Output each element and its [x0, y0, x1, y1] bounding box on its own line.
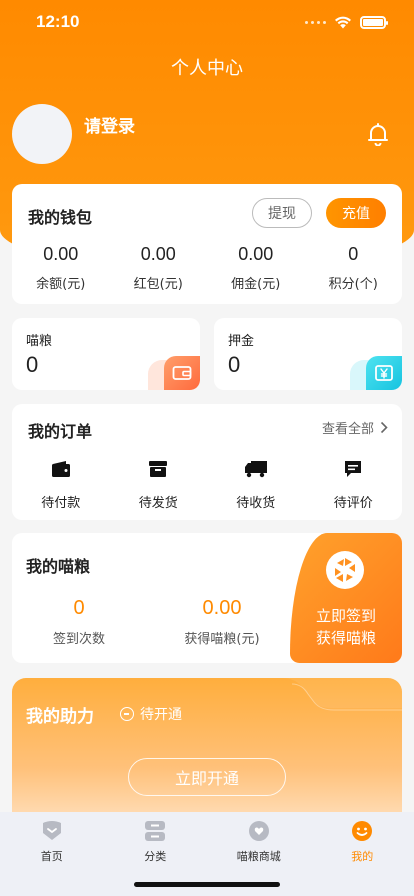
checkin-count-stat: 0 签到次数 — [38, 597, 120, 647]
category-icon — [104, 820, 208, 842]
wallet-icon — [12, 458, 110, 480]
order-pending-receipt-label: 待收货 — [236, 496, 276, 511]
commission-value: 0.00 — [238, 244, 274, 264]
earned-grain-value: 0.00 — [202, 597, 242, 619]
withdraw-button[interactable]: 提现 — [252, 198, 312, 228]
tab-profile-label: 我的 — [351, 850, 374, 863]
order-pending-shipment-label: 待发货 — [138, 496, 178, 511]
checkin-count-value: 0 — [73, 597, 85, 619]
wifi-icon — [335, 16, 351, 29]
order-pending-payment[interactable]: 待付款 — [12, 458, 110, 511]
status-icons — [305, 15, 388, 29]
my-grain-title: 我的喵粮 — [26, 557, 91, 576]
redpacket-label: 红包(元) — [133, 277, 183, 292]
order-status-row: 待付款 待发货 待收货 待评价 — [12, 458, 402, 511]
tab-home-label: 首页 — [40, 850, 63, 863]
deposit-label: 押金 — [228, 334, 255, 349]
deposit-card[interactable]: 押金 0 — [214, 318, 402, 390]
checkin-count-label: 签到次数 — [52, 632, 105, 647]
comment-icon — [305, 458, 403, 480]
aperture-icon — [326, 551, 364, 589]
truck-icon — [207, 458, 305, 480]
wallet-stat-redpacket[interactable]: 0.00 红包(元) — [110, 244, 208, 292]
status-bar: 12:10 — [0, 0, 414, 44]
wallet-title: 我的钱包 — [28, 208, 93, 227]
wallet-stats: 0.00 余额(元) 0.00 红包(元) 0.00 佣金(元) 0 积分(个) — [12, 244, 402, 292]
earned-grain-stat: 0.00 获得喵粮(元) — [172, 597, 272, 647]
deposit-value: 0 — [228, 352, 241, 377]
order-pending-shipment[interactable]: 待发货 — [110, 458, 208, 511]
points-label: 积分(个) — [328, 277, 378, 292]
mall-icon — [207, 820, 311, 842]
wallet-card: 我的钱包 提现 充值 0.00 余额(元) 0.00 红包(元) 0.00 佣金… — [12, 184, 402, 304]
redpacket-value: 0.00 — [140, 244, 176, 264]
recharge-button[interactable]: 充值 — [326, 198, 386, 228]
wallet-stat-points[interactable]: 0 积分(个) — [305, 244, 403, 292]
minus-circle-icon — [120, 707, 134, 721]
home-icon — [0, 820, 104, 842]
my-grain-card: 我的喵粮 0 签到次数 0.00 获得喵粮(元) 立即签到 获得喵粮 — [12, 533, 402, 663]
order-pending-review-label: 待评价 — [333, 496, 373, 511]
tab-profile[interactable]: 我的 — [311, 812, 414, 896]
orders-card: 我的订单 查看全部 待付款 待发货 待收货 待评价 — [12, 404, 402, 520]
balance-label: 余额(元) — [36, 277, 86, 292]
commission-label: 佣金(元) — [231, 277, 281, 292]
wallet-stat-commission[interactable]: 0.00 佣金(元) — [207, 244, 305, 292]
battery-icon — [360, 15, 388, 29]
status-time: 12:10 — [36, 12, 80, 31]
notification-button[interactable] — [364, 120, 392, 148]
profile-icon — [311, 820, 414, 842]
yuan-ticket-icon — [366, 356, 402, 390]
checkin-cta-text: 立即签到 获得喵粮 — [290, 605, 402, 649]
grain-balance-card[interactable]: 喵粮 0 — [12, 318, 200, 390]
view-all-label: 查看全部 — [321, 422, 374, 437]
orders-title: 我的订单 — [28, 422, 93, 441]
assist-title: 我的助力 — [26, 707, 94, 727]
points-value: 0 — [348, 244, 359, 264]
tab-mall-label: 喵粮商城 — [236, 850, 281, 863]
order-pending-review[interactable]: 待评价 — [305, 458, 403, 511]
wallet-stat-balance[interactable]: 0.00 余额(元) — [12, 244, 110, 292]
checkin-cta-line1: 立即签到 — [315, 607, 376, 625]
assist-status: 待开通 — [120, 704, 182, 724]
earned-grain-label: 获得喵粮(元) — [184, 632, 260, 647]
checkin-button[interactable]: 立即签到 获得喵粮 — [290, 533, 402, 663]
login-link[interactable]: 请登录 — [84, 112, 135, 137]
avatar[interactable] — [12, 104, 72, 164]
page-title: 个人中心 — [171, 58, 243, 79]
bell-icon — [368, 123, 388, 146]
order-pending-payment-label: 待付款 — [41, 496, 81, 511]
home-indicator — [134, 882, 280, 887]
order-pending-receipt[interactable]: 待收货 — [207, 458, 305, 511]
activate-button[interactable]: 立即开通 — [128, 758, 286, 796]
checkin-cta-line2: 获得喵粮 — [315, 629, 376, 647]
assist-status-label: 待开通 — [140, 707, 182, 723]
chevron-right-icon — [380, 421, 388, 434]
package-icon — [110, 458, 208, 480]
tab-home[interactable]: 首页 — [0, 812, 104, 896]
grain-balance-value: 0 — [26, 352, 39, 377]
view-all-orders-link[interactable]: 查看全部 — [322, 418, 388, 437]
assist-card: 我的助力 待开通 立即开通 — [12, 678, 402, 828]
signal-icon — [305, 20, 326, 24]
tab-category-label: 分类 — [144, 850, 167, 863]
grain-balance-label: 喵粮 — [26, 334, 53, 349]
wallet-icon — [164, 356, 200, 390]
balance-value: 0.00 — [43, 244, 79, 264]
